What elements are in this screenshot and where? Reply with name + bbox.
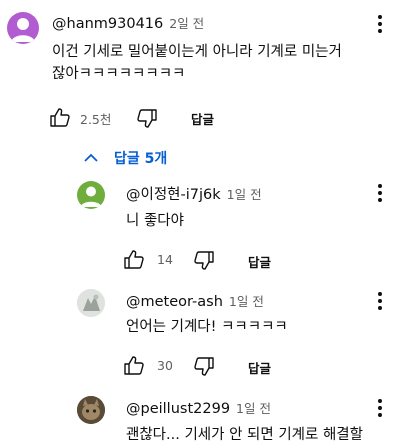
- reply-button[interactable]: 답글: [248, 358, 271, 377]
- reply-author[interactable]: @peillust2299 1일 전: [126, 398, 271, 417]
- thumbs-down-icon[interactable]: [135, 106, 159, 130]
- more-icon[interactable]: [372, 181, 388, 205]
- reply-avatar[interactable]: [77, 181, 105, 209]
- author-name[interactable]: @hanm930416: [52, 16, 163, 32]
- avatar-image-icon: [77, 396, 105, 424]
- like-count: 2.5천: [80, 112, 112, 127]
- reply-time[interactable]: 1일 전: [236, 401, 271, 416]
- reply-author[interactable]: @이정현-i7j6k 1일 전: [126, 183, 262, 204]
- reply-text: 언어는 기계다! ㅋㅋㅋㅋㅋ: [126, 319, 288, 335]
- reply-button[interactable]: 답글: [248, 252, 271, 271]
- like-count: 30: [157, 358, 173, 373]
- author-name[interactable]: @meteor-ash: [126, 294, 223, 310]
- more-icon[interactable]: [372, 396, 388, 420]
- reply-author[interactable]: @meteor-ash 1일 전: [126, 291, 264, 310]
- thumbs-down-icon[interactable]: [192, 248, 216, 272]
- reply-text: 괜찮다... 기세가 안 되면 기계로 해결할: [126, 427, 363, 443]
- reply-button[interactable]: 답글: [191, 109, 214, 128]
- reply-avatar[interactable]: [77, 289, 105, 317]
- comment-time[interactable]: 2일 전: [169, 16, 204, 31]
- comment-text-line1: 이건 기세로 밀어붙이는게 아니라 기계로 미는거: [52, 44, 342, 60]
- replies-count-label[interactable]: 답글 5개: [114, 148, 167, 168]
- more-icon[interactable]: [372, 12, 388, 36]
- thumbs-up-icon[interactable]: [122, 354, 146, 378]
- author-name[interactable]: @peillust2299: [126, 401, 230, 417]
- thumbs-up-icon[interactable]: [48, 106, 72, 130]
- avatar-image-icon: [77, 289, 105, 317]
- thumbs-up-icon[interactable]: [122, 248, 146, 272]
- more-icon[interactable]: [372, 289, 388, 313]
- avatar[interactable]: [7, 12, 39, 44]
- reply-avatar[interactable]: [77, 396, 105, 424]
- comment-text: 이건 기세로 밀어붙이는게 아니라 기계로 미는거 잖아ㅋㅋㅋㅋㅋㅋㅋㅋ: [52, 41, 342, 85]
- reply-text: 니 좋다야: [126, 213, 184, 229]
- thumbs-down-icon[interactable]: [192, 354, 216, 378]
- person-icon: [80, 186, 102, 207]
- comment-text-line2: 잖아ㅋㅋㅋㅋㅋㅋㅋㅋ: [52, 66, 186, 82]
- comment-author[interactable]: @hanm930416 2일 전: [52, 13, 204, 32]
- replies-toggle[interactable]: 답글 5개: [82, 148, 167, 168]
- reply-time[interactable]: 1일 전: [227, 187, 262, 202]
- person-icon: [11, 18, 35, 42]
- like-count: 14: [157, 252, 173, 267]
- author-name[interactable]: @이정현-i7j6k: [126, 187, 221, 203]
- chevron-up-icon: [82, 149, 100, 167]
- reply-time[interactable]: 1일 전: [229, 294, 264, 309]
